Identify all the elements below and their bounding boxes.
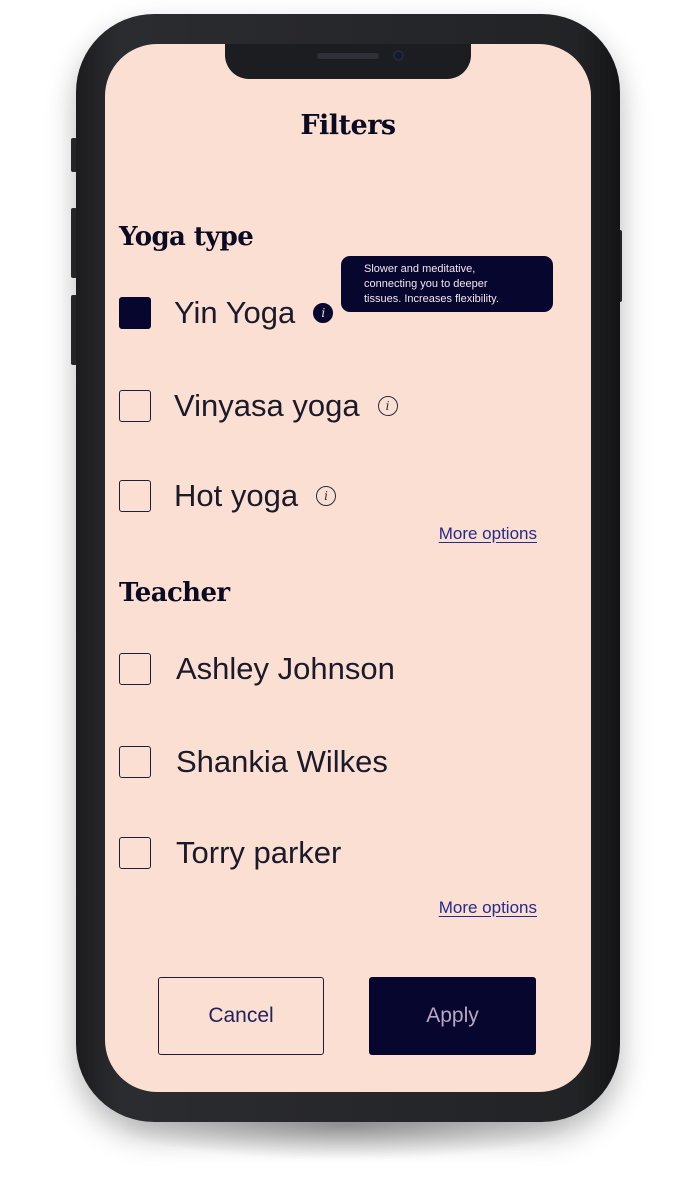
front-camera xyxy=(393,50,404,61)
torry-parker-checkbox[interactable] xyxy=(119,837,151,869)
section-heading-teacher: Teacher xyxy=(119,578,230,608)
teacher-more-options-link[interactable]: More options xyxy=(439,898,537,918)
option-vinyasa-yoga[interactable]: Vinyasa yoga i xyxy=(119,388,398,424)
section-heading-yoga-type: Yoga type xyxy=(119,222,254,252)
tooltip-line: tissues. Increases flexibility. xyxy=(364,293,499,305)
option-yin-yoga[interactable]: Yin Yoga i xyxy=(119,295,334,331)
option-torry-parker[interactable]: Torry parker xyxy=(119,835,341,871)
vinyasa-yoga-checkbox[interactable] xyxy=(119,390,151,422)
filters-screen: Filters Yoga type Yin Yoga i Slower and … xyxy=(105,44,591,1092)
option-hot-yoga[interactable]: Hot yoga i xyxy=(119,478,337,514)
info-icon[interactable]: i xyxy=(377,396,398,416)
speaker-grille xyxy=(317,53,379,59)
phone-notch xyxy=(225,44,471,79)
option-shankia-wilkes[interactable]: Shankia Wilkes xyxy=(119,744,388,780)
option-ashley-johnson[interactable]: Ashley Johnson xyxy=(119,651,395,687)
info-icon[interactable]: i xyxy=(316,486,337,506)
info-icon[interactable]: i xyxy=(313,303,334,323)
tooltip-line: Slower and meditative, xyxy=(364,263,476,275)
option-label: Ashley Johnson xyxy=(176,651,395,686)
yin-yoga-checkbox[interactable] xyxy=(119,297,151,329)
option-label: Torry parker xyxy=(176,835,342,870)
cancel-button[interactable]: Cancel xyxy=(158,977,324,1055)
option-label: Shankia Wilkes xyxy=(176,744,388,779)
tooltip-line: connecting you to deeper xyxy=(364,278,488,290)
option-label: Hot yoga xyxy=(174,478,299,513)
yoga-type-more-options-link[interactable]: More options xyxy=(439,524,537,544)
option-label: Vinyasa yoga xyxy=(174,388,360,423)
shankia-wilkes-checkbox[interactable] xyxy=(119,746,151,778)
apply-button[interactable]: Apply xyxy=(369,977,536,1055)
page-title: Filters xyxy=(300,110,396,141)
ashley-johnson-checkbox[interactable] xyxy=(119,653,151,685)
hot-yoga-checkbox[interactable] xyxy=(119,480,151,512)
option-label: Yin Yoga xyxy=(174,295,296,330)
yin-yoga-info-tooltip: Slower and meditative, connecting you to… xyxy=(341,256,553,312)
